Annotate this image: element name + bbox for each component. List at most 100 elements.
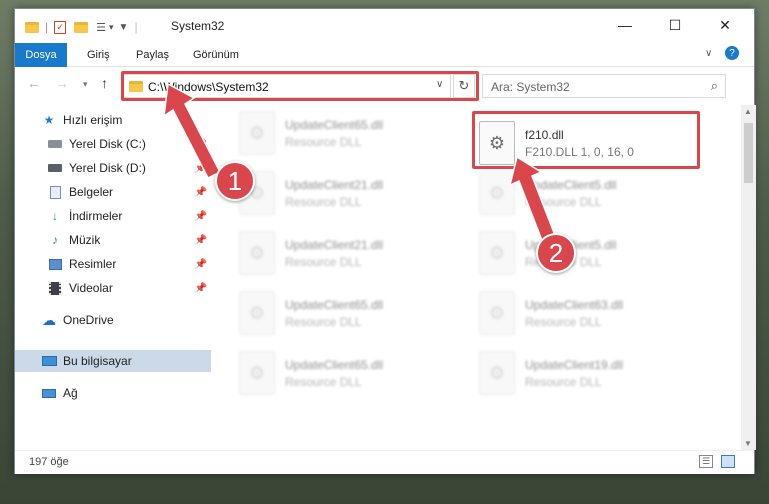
sidebar-item-this-pc[interactable]: Bu bilgisayar — [15, 350, 211, 372]
sidebar-item-disk-d[interactable]: Yerel Disk (D:) 📌 — [15, 157, 211, 179]
file-name: UpdateClient21.dll — [285, 177, 384, 192]
file-description: Resource DLL — [285, 194, 362, 209]
tab-gorunum[interactable]: Görünüm — [187, 43, 245, 67]
sidebar-item-quick-access[interactable]: ★ Hızlı erişim — [15, 109, 211, 131]
new-folder-icon[interactable] — [74, 21, 89, 33]
close-button[interactable]: ✕ — [702, 9, 748, 41]
file-name: UpdateClient63.dll — [525, 297, 624, 312]
file-item[interactable]: ⚙ UpdateClient5.dllResource DLL — [473, 227, 705, 279]
music-icon: ♪ — [52, 233, 58, 247]
file-list: ⚙ UpdateClient65.dll Resource DLL ⚙ Updat… — [211, 105, 741, 450]
file-item[interactable]: ⚙ UpdateClient21.dll Resource DLL — [233, 227, 465, 279]
properties-icon[interactable]: ✓ — [54, 20, 67, 34]
status-bar: 197 öğe ☰ — [15, 450, 754, 474]
separator-icon: | — [45, 20, 49, 34]
computer-icon — [41, 354, 57, 368]
folder-icon — [25, 21, 39, 33]
ribbon-tabs: Dosya Giriş Paylaş Görünüm ∨ ? — [15, 43, 754, 67]
sidebar-item-downloads[interactable]: ↓ İndirmeler 📌 — [15, 205, 211, 227]
pin-icon[interactable]: 📌 — [195, 235, 207, 246]
quick-access-toolbar: | ✓ ☰ ▾ ▼ | — [25, 18, 138, 36]
ribbon-expand-icon[interactable]: ∨ — [705, 48, 712, 59]
videos-icon — [47, 281, 63, 295]
scroll-down-icon[interactable]: ▼ — [744, 439, 752, 448]
qa-dropdown-icon[interactable]: ▾ — [109, 22, 114, 33]
file-item[interactable]: ⚙ UpdateClient5.dll Resource DLL — [473, 167, 705, 219]
explorer-window: | ✓ ☰ ▾ ▼ | System32 — ☐ ✕ Dosya Giriş P… — [14, 8, 756, 474]
pin-icon[interactable]: 📌 — [195, 163, 207, 174]
sidebar-item-documents[interactable]: Belgeler 📌 — [15, 181, 211, 203]
dll-file-icon: ⚙ — [239, 111, 275, 155]
documents-icon — [47, 185, 63, 199]
details-view-icon[interactable]: ☰ — [699, 455, 713, 468]
separator-icon: | — [134, 20, 138, 34]
file-name: UpdateClient21.dll — [285, 237, 384, 252]
tab-giris[interactable]: Giriş — [81, 43, 116, 67]
maximize-button[interactable]: ☐ — [652, 9, 698, 41]
sidebar-item-music[interactable]: ♪ Müzik 📌 — [15, 229, 211, 251]
sidebar-item-pictures[interactable]: Resimler 📌 — [15, 253, 211, 275]
file-description: Resource DLL — [525, 194, 602, 209]
pin-icon[interactable]: 📌 — [195, 283, 207, 294]
network-icon — [41, 386, 57, 400]
file-description: Resource DLL — [285, 134, 362, 149]
sidebar-item-videos[interactable]: Videolar 📌 — [15, 277, 211, 299]
annotation-box-address — [121, 71, 479, 101]
minimize-button[interactable]: — — [602, 9, 648, 41]
file-item[interactable]: ⚙ UpdateClient19.dll Resource DLL — [473, 347, 705, 399]
pin-icon[interactable]: 📌 — [195, 187, 207, 198]
file-name: UpdateClient65.dll — [285, 117, 384, 132]
download-icon: ↓ — [52, 209, 58, 223]
drive-icon — [47, 137, 63, 151]
help-icon[interactable]: ? — [725, 46, 739, 60]
sidebar-item-onedrive[interactable]: ☁ OneDrive — [15, 309, 211, 331]
scroll-up-icon[interactable]: ▲ — [744, 107, 752, 116]
file-item[interactable]: ⚙ UpdateClient65.dll Resource DLL — [233, 107, 465, 159]
forward-icon[interactable]: → — [55, 75, 69, 91]
recent-locations-icon[interactable]: ▾ — [83, 79, 88, 90]
file-description: Resource DLL — [285, 314, 362, 329]
file-name: UpdateClient5.dll — [525, 177, 617, 192]
search-icon: ⌕ — [710, 78, 718, 93]
vertical-scrollbar[interactable]: ▲ ▼ — [741, 105, 756, 450]
step-badge-1: 1 — [215, 161, 255, 201]
item-count: 197 öğe — [29, 456, 69, 468]
rename-icon[interactable]: ☰ — [96, 21, 106, 34]
annotation-box-file — [472, 111, 700, 169]
up-icon[interactable]: ↑ — [101, 75, 108, 91]
tab-paylas[interactable]: Paylaş — [130, 43, 175, 67]
sidebar-item-label: Resimler — [69, 257, 117, 271]
dll-file-icon: ⚙ — [479, 231, 515, 275]
dll-file-icon: ⚙ — [239, 291, 275, 335]
dll-file-icon: ⚙ — [479, 351, 515, 395]
file-description: Resource DLL — [525, 314, 602, 329]
file-item[interactable]: ⚙ UpdateClient65.dll Resource DLL — [233, 287, 465, 339]
file-item[interactable]: ⚙ UpdateClient21.dll Resource DLL — [233, 167, 465, 219]
pin-icon[interactable]: 📌 — [195, 211, 207, 222]
file-item[interactable]: ⚙ UpdateClient65.dll Resource DLL — [233, 347, 465, 399]
pictures-icon — [47, 257, 63, 271]
sidebar-item-label: OneDrive — [63, 313, 114, 327]
tab-dosya[interactable]: Dosya — [15, 43, 67, 67]
search-box[interactable]: Ara: System32 ⌕ — [482, 74, 726, 98]
sidebar-item-label: Yerel Disk (C:) — [69, 137, 146, 151]
tiles-view-icon[interactable] — [721, 455, 735, 468]
navigation-bar: ← → ▾ ↑ C:\Windows\System32 ∨ ↻ Ara: Sys… — [15, 67, 754, 103]
window-title: System32 — [171, 19, 225, 33]
sidebar-item-disk-c[interactable]: Yerel Disk (C:) 📌 — [15, 133, 211, 155]
back-icon[interactable]: ← — [27, 75, 41, 91]
search-input[interactable]: Ara: System32 — [491, 80, 570, 94]
drive-icon — [47, 161, 63, 175]
pin-icon[interactable]: 📌 — [195, 259, 207, 270]
file-description: Resource DLL — [285, 254, 362, 269]
sidebar-item-label: Yerel Disk (D:) — [69, 161, 146, 175]
file-item[interactable]: ⚙ UpdateClient63.dll Resource DLL — [473, 287, 705, 339]
sidebar-item-label: Bu bilgisayar — [63, 354, 132, 368]
pin-icon[interactable]: 📌 — [195, 139, 207, 150]
sidebar-item-label: Videolar — [69, 281, 113, 295]
scrollbar-thumb[interactable] — [744, 123, 753, 183]
customize-chevron-icon[interactable]: ▼ — [119, 22, 129, 33]
dll-file-icon: ⚙ — [479, 171, 515, 215]
sidebar-item-network[interactable]: Ağ — [15, 382, 211, 404]
sidebar-item-label: Belgeler — [69, 185, 114, 199]
